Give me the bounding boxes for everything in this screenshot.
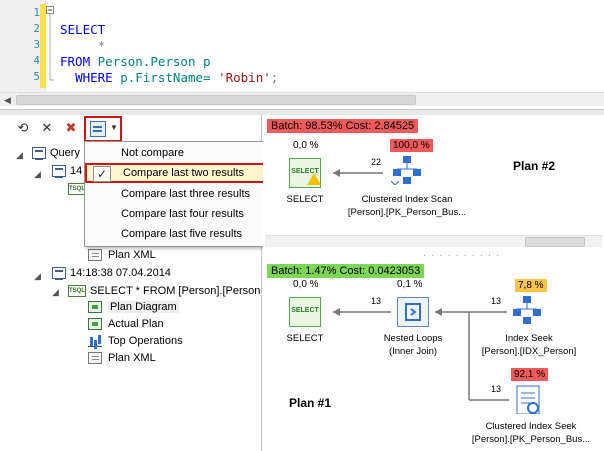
row-count: 22 [371, 157, 382, 167]
cseek-cost-badge: 92,1 % [511, 368, 549, 381]
keyword-from: FROM [60, 54, 91, 69]
top-operations-icon [88, 335, 102, 347]
check-icon: ✓ [93, 166, 111, 182]
plan-2-diagram[interactable]: Batch: 98.53% Cost: 2.84525 0,0 % SELECT… [263, 115, 604, 233]
compare-dropdown-menu: Not compare ✓ Compare last two results C… [84, 141, 284, 247]
refresh-icon: ⟲ [17, 120, 29, 135]
history-query-text[interactable]: SELECT * FROM [Person].[Person [90, 285, 260, 297]
scroll-left-icon[interactable]: ◀ [4, 95, 11, 106]
plan-1-title: Plan #1 [289, 396, 332, 410]
scrollbar-thumb[interactable] [16, 95, 416, 105]
menu-item-compare-five[interactable]: Compare last five results [85, 224, 283, 244]
compare-results-button[interactable]: ▼ [84, 116, 122, 142]
delete-button[interactable]: ✕ [38, 119, 56, 137]
line-number: 5 [33, 70, 40, 83]
select-cost: 0,0 % [293, 279, 319, 290]
sql-editor[interactable]: 1 2 3 4 5 SELECT * FROM Person.Person p … [0, 0, 604, 110]
history-item-time[interactable]: 14:18:38 07.04.2014 [70, 267, 171, 279]
clear-icon: ✖ [65, 120, 77, 135]
index-seek-icon[interactable] [511, 295, 543, 325]
plan-xml-icon [88, 249, 102, 261]
where-condition: p.FirstName= [120, 70, 211, 85]
seek-label-line2: [Person].[IDX_Person] [481, 346, 577, 357]
plan-comparison-pane: Batch: 98.53% Cost: 2.84525 0,0 % SELECT… [263, 115, 604, 451]
plan-2-title: Plan #2 [513, 159, 556, 173]
refresh-button[interactable]: ⟲ [14, 119, 32, 137]
menu-item-not-compare[interactable]: Not compare [85, 143, 283, 163]
statement-terminator: ; [270, 70, 279, 85]
select-icon: SELECT [291, 307, 319, 314]
scan-label-line1: Clustered Index Scan [361, 194, 453, 205]
keyword-where: WHERE [75, 70, 113, 85]
cseek-label-line2: [Person].[PK_Person_Bus... [471, 434, 591, 445]
table-name: Person.Person [97, 54, 196, 69]
collapse-icon[interactable]: ◢ [34, 271, 41, 282]
actual-plan-icon [88, 318, 102, 330]
table-alias: p [203, 54, 211, 69]
tree-root-label[interactable]: Query [50, 147, 80, 159]
loops-label-line2: (Inner Join) [388, 346, 438, 357]
row-count: 13 [371, 296, 382, 306]
clear-button[interactable]: ✖ [62, 119, 80, 137]
row-count: 13 [491, 384, 502, 394]
editor-horizontal-scrollbar[interactable]: ◀ [0, 92, 604, 106]
line-number: 4 [33, 54, 40, 67]
scan-cost-badge: 100,0 % [390, 139, 433, 152]
row-count: 13 [491, 296, 502, 306]
string-literal: 'Robin' [218, 70, 271, 85]
tsql-icon: TSQL [68, 285, 86, 297]
menu-item-compare-four[interactable]: Compare last four results [85, 204, 283, 224]
scrollbar-thumb[interactable] [525, 237, 585, 247]
collapse-icon[interactable]: ◢ [16, 150, 23, 161]
line-number: 1 [33, 6, 40, 19]
loops-cost: 0,1 % [397, 279, 423, 290]
clustered-index-seek-icon[interactable] [513, 384, 545, 414]
keyword-select: SELECT [60, 22, 106, 37]
menu-item-label: Compare last two results [123, 167, 245, 179]
tree-item-plan-xml[interactable]: Plan XML [108, 352, 156, 364]
code-line-4: WHERE p.FirstName= 'Robin'; [60, 70, 278, 85]
select-operator[interactable]: SELECT [289, 297, 321, 327]
nested-loops-icon [405, 303, 421, 321]
plan-splitter[interactable]: · · · · · · · · · · [263, 233, 604, 261]
history-item-icon [52, 165, 66, 178]
menu-item-compare-two[interactable]: ✓ Compare last two results [85, 163, 283, 183]
collapse-icon[interactable]: ◢ [52, 287, 59, 298]
plan-2-horizontal-scrollbar[interactable] [265, 235, 602, 247]
compare-icon [90, 121, 106, 137]
star-token: * [97, 38, 106, 53]
history-toolbar: ⟲ ✕ ✖ ▼ [0, 115, 262, 143]
scan-label-line2: [Person].[PK_Person_Bus... [347, 207, 467, 218]
tree-item-plan-xml[interactable]: Plan XML [108, 249, 156, 261]
loops-label-line1: Nested Loops [383, 333, 443, 344]
seek-label-line1: Index Seek [505, 333, 553, 344]
tree-item-actual-plan[interactable]: Actual Plan [108, 318, 164, 330]
dropdown-arrow-icon: ▼ [110, 123, 118, 132]
line-number: 3 [33, 38, 40, 51]
tree-item-top-operations[interactable]: Top Operations [108, 335, 183, 347]
line-number: 2 [33, 22, 40, 35]
delete-icon: ✕ [41, 120, 53, 135]
code-line-2: * [60, 38, 106, 53]
plan-xml-icon [88, 352, 102, 364]
history-item-time[interactable]: 14 [70, 165, 82, 177]
select-label: SELECT [286, 333, 324, 344]
cseek-label-line1: Clustered Index Seek [485, 421, 577, 432]
clustered-index-scan-icon[interactable] [391, 155, 423, 185]
tree-item-plan-diagram[interactable]: Plan Diagram [108, 301, 179, 313]
fold-guide [46, 6, 54, 81]
code-line-3: FROM Person.Person p [60, 54, 211, 69]
code-line-1: SELECT [60, 22, 105, 37]
nested-loops-operator[interactable] [397, 297, 429, 327]
menu-item-compare-three[interactable]: Compare last three results [85, 184, 283, 204]
query-group-icon [32, 147, 46, 160]
plan-1-diagram[interactable]: Batch: 1.47% Cost: 0.0423053 0,0 % SELEC… [263, 260, 604, 451]
batch-cost-badge: Batch: 1.47% Cost: 0.0423053 [267, 264, 425, 278]
plan-diagram-icon [88, 301, 102, 313]
history-item-icon [52, 267, 66, 280]
seek-cost-badge: 7,8 % [515, 279, 547, 292]
collapse-icon[interactable]: ◢ [34, 169, 41, 180]
